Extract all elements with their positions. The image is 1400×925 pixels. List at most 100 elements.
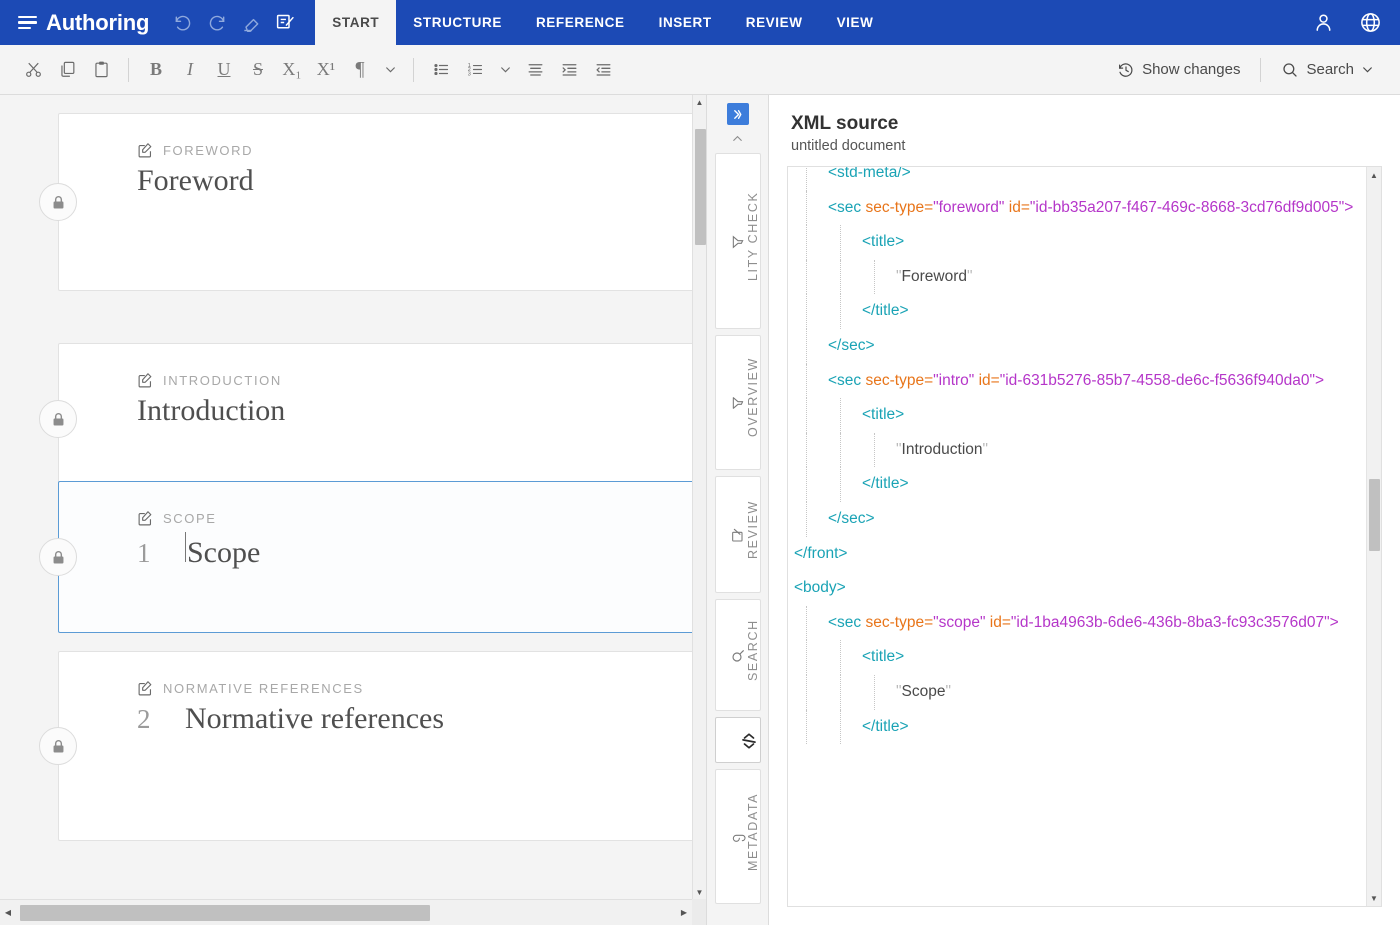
xml-vertical-scrollbar[interactable]: ▲ ▼ [1366,167,1381,906]
document-block-foreword[interactable]: FOREWORD Foreword [39,113,692,291]
block-kicker: SCOPE [137,510,692,527]
scroll-up-arrow-icon[interactable]: ▲ [693,95,706,109]
undo-icon[interactable] [167,7,199,39]
tab-view[interactable]: VIEW [820,0,891,45]
edit-pencil-icon[interactable] [137,680,154,697]
globe-icon[interactable] [1359,11,1382,34]
xml-val: "scope" [933,613,990,631]
hscroll-thumb[interactable] [20,905,430,921]
sidebar-tab-metadata[interactable]: METADATA [714,769,761,904]
xml-val: "id-1ba4963b-6de6-436b-8ba3-fc93c3576d07… [1010,613,1339,631]
indent-guide [806,501,807,537]
copy-icon[interactable] [50,53,84,87]
tab-start[interactable]: START [315,0,397,45]
bullet-list-button[interactable] [424,53,458,87]
scroll-down-arrow-icon[interactable]: ▼ [1367,890,1381,906]
document-vertical-scrollbar[interactable]: ▲ ▼ [692,95,706,899]
italic-button[interactable]: I [173,53,207,87]
document-pane: FOREWORD Foreword INTRODUCTION Introduct… [0,95,706,925]
tab-insert[interactable]: INSERT [642,0,729,45]
expand-panel-button[interactable] [726,103,749,125]
show-changes-button[interactable]: Show changes [1107,56,1250,84]
document-block-normative-references[interactable]: NORMATIVE REFERENCES 2 Normative referen… [39,651,692,841]
xml-tag: </front> [794,544,848,562]
subscript-button[interactable]: X₁ [275,53,309,87]
user-icon[interactable] [1312,11,1335,34]
xml-panel-title: XML source [791,113,899,134]
lock-icon[interactable] [39,727,77,765]
scroll-right-arrow-icon[interactable]: ▶ [676,900,692,925]
scroll-thumb[interactable] [1369,479,1380,551]
indent-guide [806,709,807,745]
edit-pencil-icon[interactable] [137,510,154,527]
tab-structure[interactable]: STRUCTURE [396,0,519,45]
menu-icon[interactable] [18,15,37,30]
scroll-left-arrow-icon[interactable]: ◀ [0,900,16,925]
xml-line: <std-meta/> [788,167,1366,191]
xml-code-container: <std-meta/> <sec sec-type="foreword" id="… [787,166,1382,907]
indent-guide [806,398,807,433]
numbered-list-button[interactable]: 123 [458,53,492,87]
xml-quo: " [982,440,989,458]
block-number: 2 [137,704,151,734]
xml-code-area[interactable]: <std-meta/> <sec sec-type="foreword" id="… [788,167,1366,906]
search-button[interactable]: Search [1271,56,1384,84]
xml-line: <title> [788,640,1366,675]
underline-button[interactable]: U [207,53,241,87]
document-canvas[interactable]: FOREWORD Foreword INTRODUCTION Introduct… [0,95,692,899]
track-changes-icon[interactable] [269,7,301,39]
indent-guide [806,674,807,710]
scroll-up-arrow-icon[interactable]: ▲ [1367,167,1381,183]
app-header: Authoring START STRUCTURE REFERENCE INSE… [0,0,1400,45]
search-label: Search [1306,61,1354,78]
tab-reference[interactable]: REFERENCE [519,0,642,45]
block-heading[interactable]: Introduction [137,394,692,428]
outdent-button[interactable] [586,53,620,87]
sidebar-tab-quality-check[interactable]: LITY CHECK [714,153,761,329]
cut-icon[interactable] [16,53,50,87]
brand: Authoring [0,0,163,45]
block-heading[interactable]: 2 Normative references [137,702,692,736]
xml-line: </sec> [788,501,1366,537]
tab-review[interactable]: REVIEW [729,0,820,45]
xml-quo: " [945,682,951,700]
eraser-icon[interactable] [235,7,267,39]
lock-icon[interactable] [39,400,77,438]
block-kicker-label: INTRODUCTION [163,373,282,388]
toolbar-divider [128,57,129,82]
edit-pencil-icon[interactable] [137,142,154,159]
xml-val: "intro" [933,371,979,389]
toolbar-divider-2 [413,57,414,82]
paste-icon[interactable] [84,53,118,87]
indent-guide [806,328,807,364]
pilcrow-button[interactable]: ¶ [343,53,377,87]
sidebar-tab-search[interactable]: SEARCH [714,599,761,711]
sidebar-tab-review[interactable]: REVIEW [714,476,761,593]
sidebar-tab-overview[interactable]: OVERVIEW [714,335,761,470]
list-more-chevron-icon[interactable] [492,53,518,87]
edit-pencil-icon[interactable] [137,372,154,389]
document-block-scope[interactable]: SCOPE 1 Scope [39,481,692,633]
indent-guide [806,432,807,468]
sidebar-tab-xml-source[interactable] [714,717,761,763]
indent-button[interactable] [552,53,586,87]
rail-scroll-up-icon[interactable] [730,131,745,149]
redo-icon[interactable] [201,7,233,39]
document-horizontal-scrollbar[interactable]: ◀ ▶ [0,899,692,925]
strikethrough-button[interactable]: S [241,53,275,87]
xml-line: </sec> [788,328,1366,364]
xml-line: <sec sec-type="intro" id="id-631b5276-85… [788,363,1366,399]
xml-tag: <sec [828,371,866,389]
block-heading[interactable]: 1 Scope [137,532,692,570]
format-more-chevron-icon[interactable] [377,53,403,87]
bold-button[interactable]: B [139,53,173,87]
document-block-introduction[interactable]: INTRODUCTION Introduction [39,343,692,495]
lock-icon[interactable] [39,183,77,221]
align-button[interactable] [518,53,552,87]
lock-icon[interactable] [39,538,77,576]
scroll-thumb[interactable] [695,129,706,245]
scroll-down-arrow-icon[interactable]: ▼ [693,885,706,899]
indent-guide [874,432,875,468]
superscript-button[interactable]: X¹ [309,53,343,87]
block-heading[interactable]: Foreword [137,164,692,198]
